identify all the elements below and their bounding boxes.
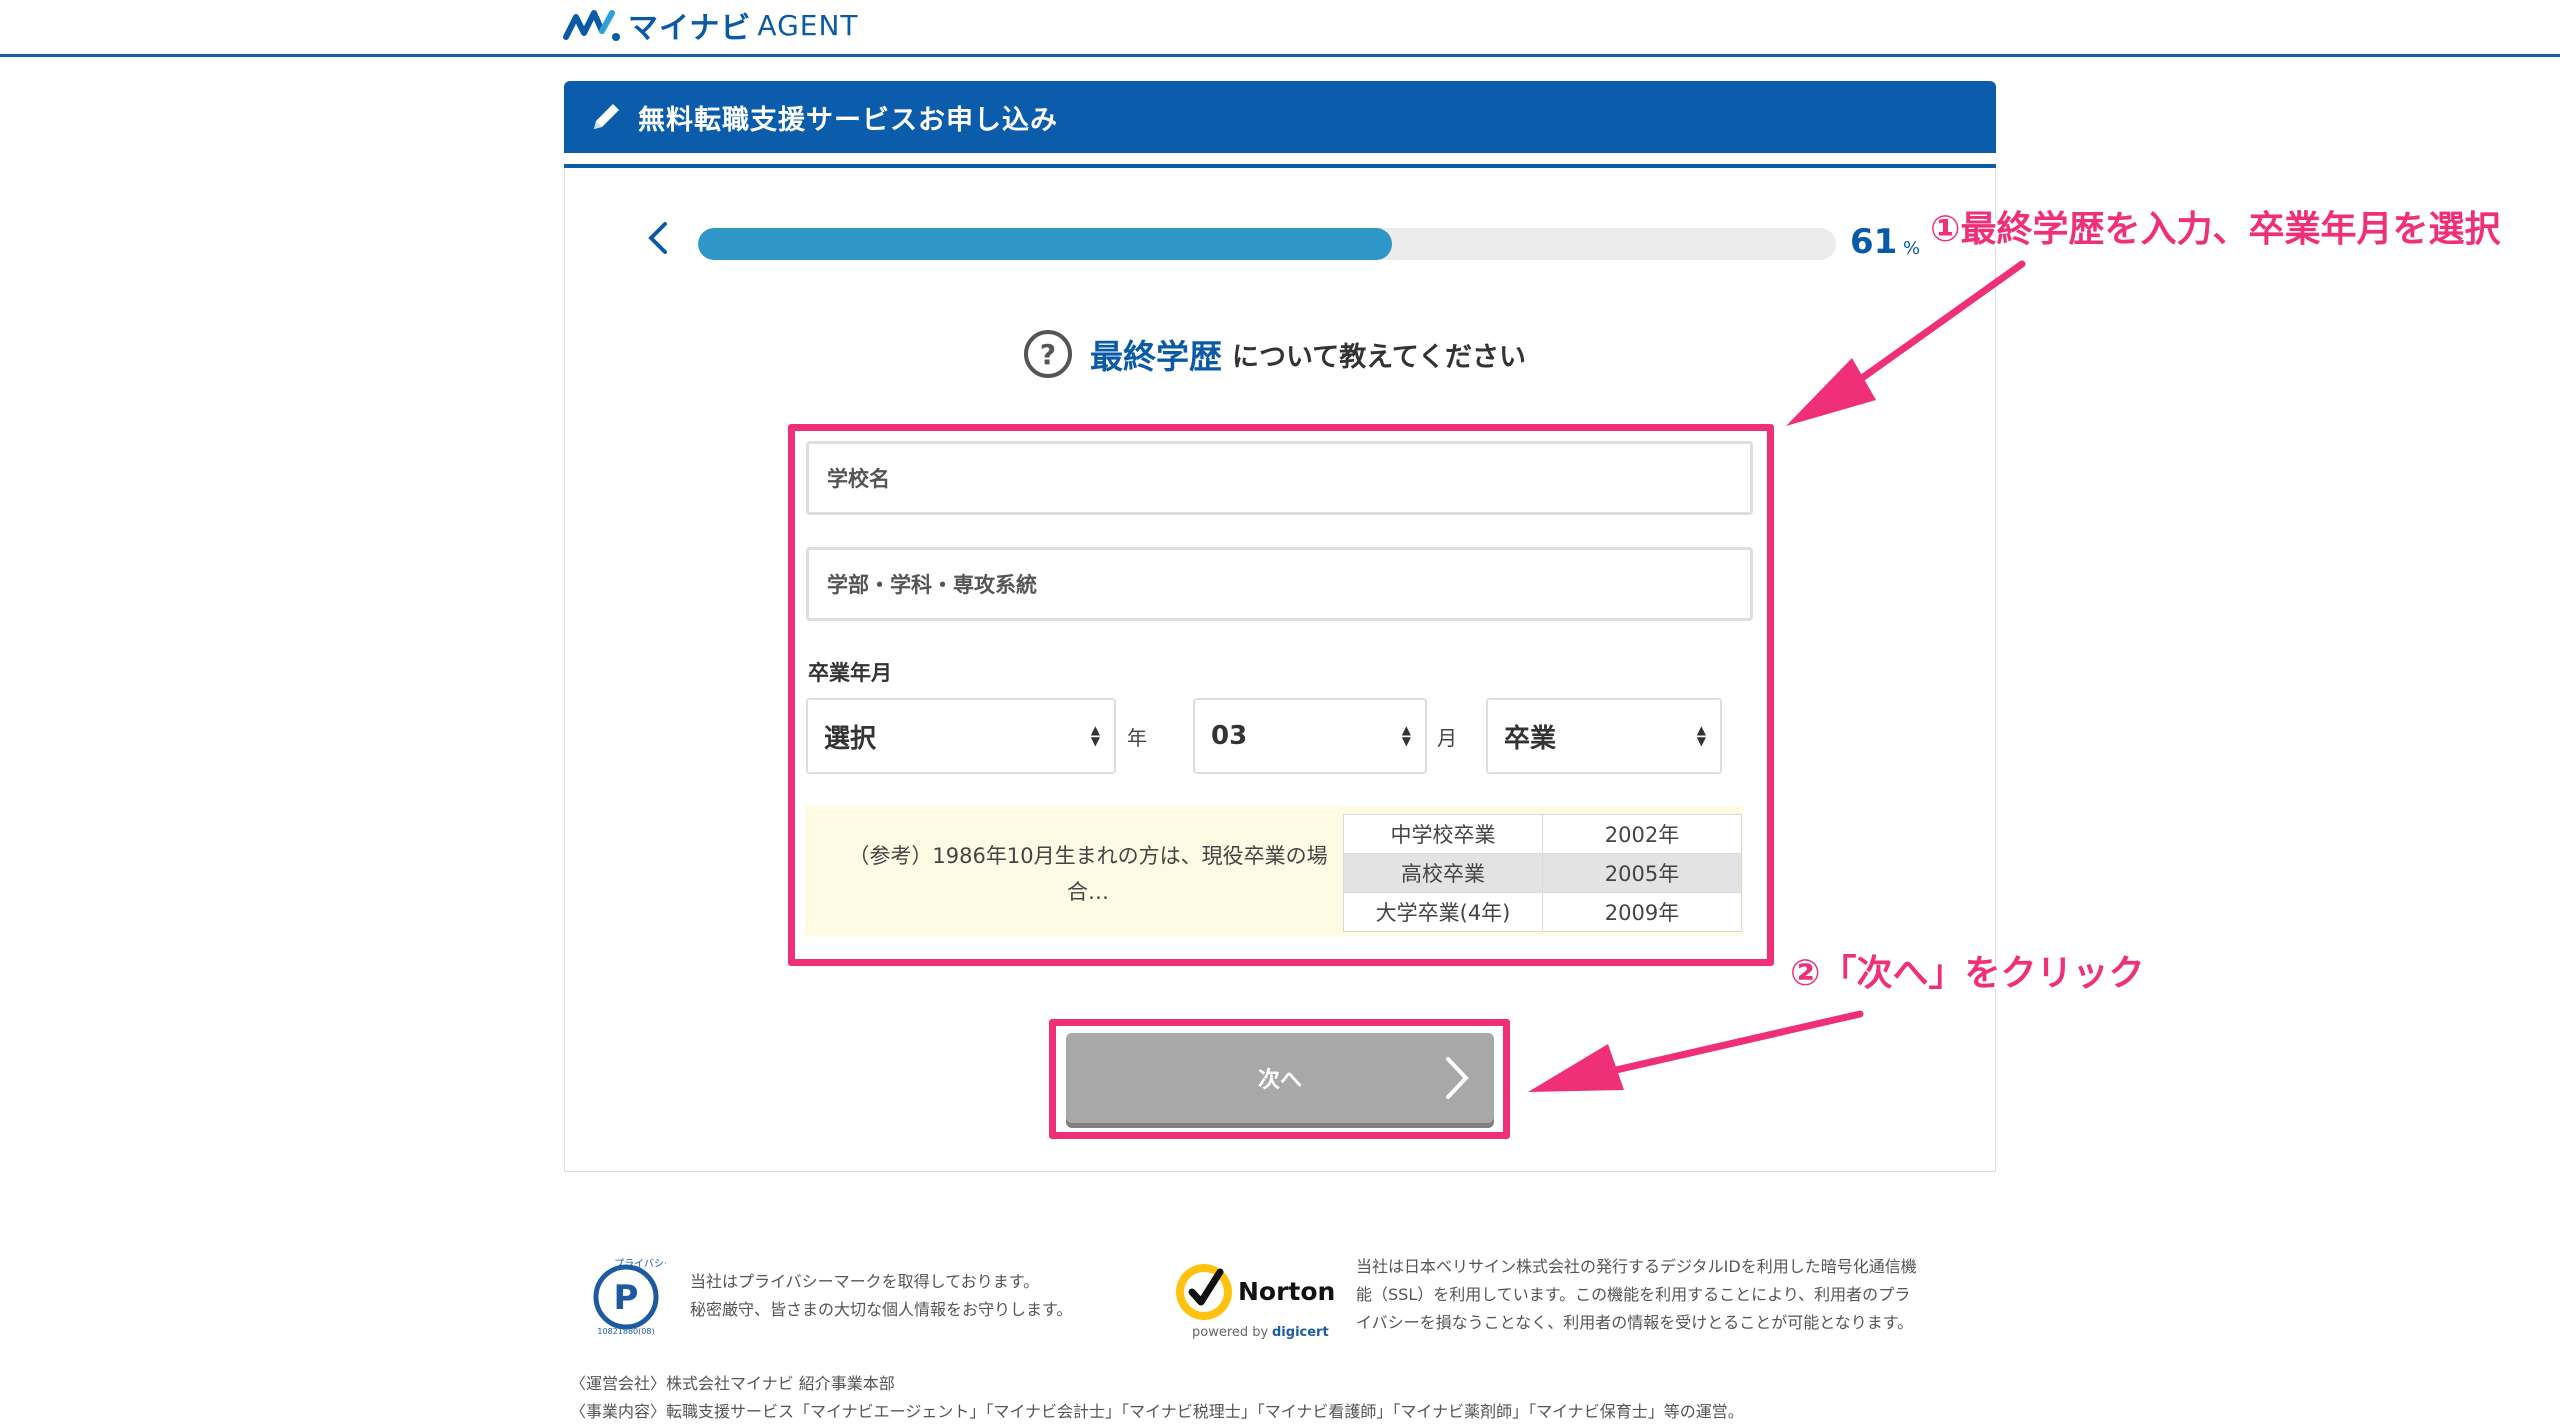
question-highlight: 最終学歴 xyxy=(1090,337,1222,376)
privacy-line-1: 当社はプライバシーマークを取得しております。 xyxy=(690,1272,1040,1291)
school-name-input[interactable]: 学校名 xyxy=(806,441,1753,515)
reference-label: 大学卒業(4年) xyxy=(1343,892,1543,932)
privacy-mark-text: プライバシー xyxy=(614,1258,666,1270)
ssl-line-3: イバシーを損なうことなく、利用者の情報を受けとることが可能となります。 xyxy=(1356,1313,1914,1332)
graduation-month-value: 03 xyxy=(1211,721,1248,751)
year-unit: 年 xyxy=(1127,726,1147,750)
reference-year: 2002年 xyxy=(1542,814,1742,854)
graduation-date-label: 卒業年月 xyxy=(808,661,892,685)
faculty-input[interactable]: 学部・学科・専攻系統 xyxy=(806,547,1753,621)
question-icon: ? xyxy=(1024,330,1072,378)
graduation-year-value: 選択 xyxy=(824,723,877,754)
norton-digicert-text: digicert xyxy=(1272,1325,1329,1340)
reference-row: 大学卒業(4年) 2009年 xyxy=(1343,892,1742,932)
form-title: 無料転職支援サービスお申し込み xyxy=(638,104,1058,136)
question-heading: ? 最終学歴 について教えてください xyxy=(1024,330,1526,378)
graduation-status-select[interactable]: 卒業 ▲ ▼ xyxy=(1486,698,1722,774)
reference-label: 高校卒業 xyxy=(1343,853,1543,893)
privacy-mark-logo: P プライバシー 10821880(08) xyxy=(593,1258,666,1335)
annotation-arrow-1 xyxy=(1786,260,2026,426)
privacy-text: 当社はプライバシーマークを取得しております。 秘密厳守、皆さまの大切な個人情報を… xyxy=(690,1268,1072,1324)
norton-badge[interactable]: Norton powered by digicert xyxy=(1170,1256,1340,1342)
select-arrows-icon: ▲ ▼ xyxy=(1401,723,1411,748)
reference-year: 2005年 xyxy=(1542,853,1742,893)
back-chevron-icon[interactable] xyxy=(643,218,683,266)
school-name-placeholder: 学校名 xyxy=(827,467,890,491)
mynavi-agent-logo[interactable]: マイナビ AGENT xyxy=(562,4,859,46)
ssl-line-2: 能（SSL）を利用しています。この機能を利用することにより、利用者のプラ xyxy=(1356,1285,1911,1304)
graduation-year-select[interactable]: 選択 ▲ ▼ xyxy=(806,698,1116,774)
next-button[interactable]: 次へ xyxy=(1066,1033,1494,1123)
business-info: 〈事業内容〉転職支援サービス「マイナビエージェント」「マイナビ会計士」「マイナビ… xyxy=(570,1402,1744,1421)
reference-row: 高校卒業 2005年 xyxy=(1343,853,1742,893)
progress-bar-fill xyxy=(698,228,1393,260)
reference-row: 中学校卒業 2002年 xyxy=(1343,814,1742,854)
logo-agent-text: AGENT xyxy=(757,8,859,42)
graduation-status-value: 卒業 xyxy=(1504,723,1557,754)
reference-label: 中学校卒業 xyxy=(1343,814,1543,854)
ssl-text: 当社は日本ベリサイン株式会社の発行するデジタルIDを利用した暗号化通信機 能（S… xyxy=(1356,1253,1917,1337)
graduation-month-select[interactable]: 03 ▲ ▼ xyxy=(1193,698,1427,774)
norton-powered-text: powered by xyxy=(1192,1325,1269,1340)
select-arrows-icon: ▲ ▼ xyxy=(1696,723,1706,748)
annotation-step1: ①最終学歴を入力、卒業年月を選択 xyxy=(1930,209,2501,250)
mynavi-logo-icon xyxy=(563,10,620,41)
progress-bar xyxy=(698,228,1836,260)
select-arrows-icon: ▲ ▼ xyxy=(1090,723,1100,748)
reference-year: 2009年 xyxy=(1542,892,1742,932)
norton-brand-text: Norton xyxy=(1238,1277,1335,1306)
privacy-line-2: 秘密厳守、皆さまの大切な個人情報をお守りします。 xyxy=(690,1300,1073,1319)
privacy-mark-number: 10821880(08) xyxy=(597,1327,654,1335)
reference-text: （参考）1986年10月生まれの方は、現役卒業の場合… xyxy=(848,844,1328,904)
company-info: 〈運営会社〉株式会社マイナビ 紹介事業本部 xyxy=(570,1374,895,1393)
ssl-line-1: 当社は日本ベリサイン株式会社の発行するデジタルIDを利用した暗号化通信機 xyxy=(1356,1257,1917,1276)
next-button-label: 次へ xyxy=(1257,1068,1302,1093)
pencil-icon xyxy=(594,104,619,129)
faculty-placeholder: 学部・学科・専攻系統 xyxy=(827,573,1037,597)
form-title-bar: 無料転職支援サービスお申し込み xyxy=(564,81,1996,153)
annotation-arrow-2 xyxy=(1528,1010,1864,1092)
chevron-right-icon xyxy=(1446,1057,1469,1099)
site-header xyxy=(0,0,2560,57)
reference-table: 中学校卒業 2002年 高校卒業 2005年 大学卒業(4年) 2009年 xyxy=(1343,814,1742,932)
logo-text: マイナビ xyxy=(628,11,752,46)
question-text: について教えてください xyxy=(1232,341,1527,373)
month-unit: 月 xyxy=(1437,726,1457,750)
svg-text:P: P xyxy=(614,1278,639,1318)
annotation-step2: ②「次へ」をクリック xyxy=(1790,953,2145,994)
